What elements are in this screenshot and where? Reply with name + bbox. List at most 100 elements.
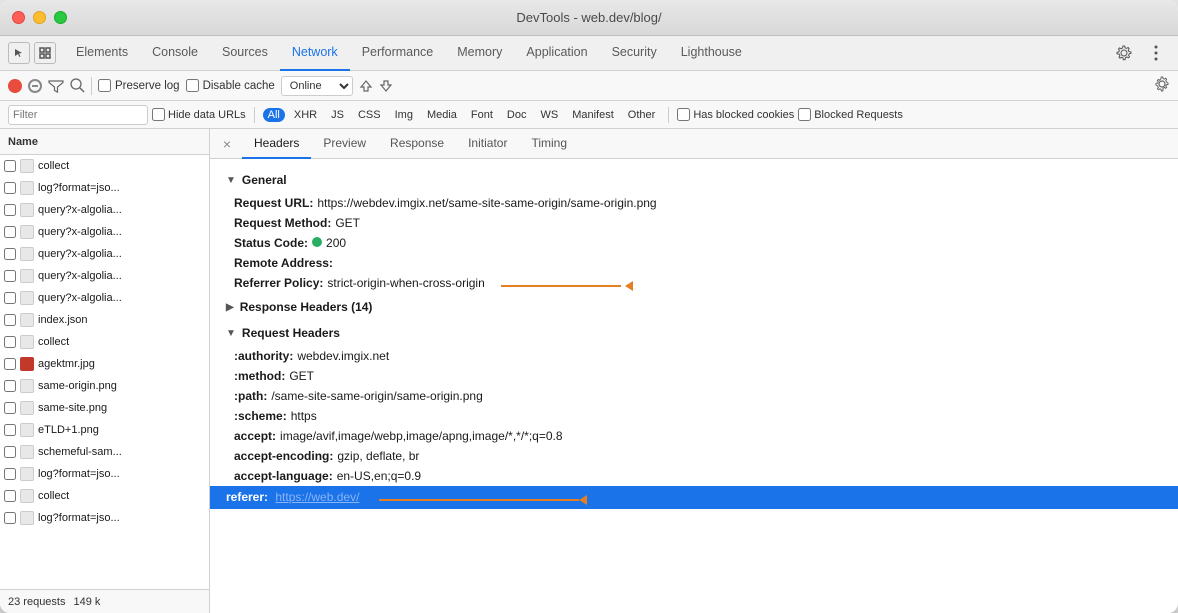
tab-sources[interactable]: Sources bbox=[210, 36, 280, 71]
search-icon[interactable] bbox=[70, 78, 85, 93]
has-blocked-cookies-checkbox[interactable]: Has blocked cookies bbox=[677, 108, 794, 121]
file-checkbox[interactable] bbox=[4, 160, 16, 172]
tab-console[interactable]: Console bbox=[140, 36, 210, 71]
response-headers-section-header[interactable]: ▶ Response Headers (14) bbox=[226, 294, 1162, 320]
triangle-down-icon: ▼ bbox=[226, 175, 236, 186]
tab-elements[interactable]: Elements bbox=[64, 36, 140, 71]
file-checkbox[interactable] bbox=[4, 336, 16, 348]
list-item[interactable]: same-origin.png bbox=[0, 375, 209, 397]
blocked-requests-checkbox[interactable]: Blocked Requests bbox=[798, 108, 903, 121]
referrer-policy-row: Referrer Policy: strict-origin-when-cros… bbox=[234, 273, 1162, 294]
path-row: :path: /same-site-same-origin/same-origi… bbox=[234, 386, 1162, 406]
record-button[interactable] bbox=[8, 79, 22, 93]
more-icon[interactable] bbox=[1142, 39, 1170, 67]
status-bar: 23 requests 149 k bbox=[0, 589, 209, 613]
list-item[interactable]: query?x-algolia... bbox=[0, 287, 209, 309]
list-item[interactable]: index.json bbox=[0, 309, 209, 331]
file-checkbox[interactable] bbox=[4, 490, 16, 502]
close-detail-button[interactable]: × bbox=[218, 135, 236, 153]
layers-icon[interactable] bbox=[34, 42, 56, 64]
traffic-lights bbox=[12, 11, 67, 24]
list-item[interactable]: query?x-algolia... bbox=[0, 265, 209, 287]
tab-performance[interactable]: Performance bbox=[350, 36, 446, 71]
transfer-size: 149 k bbox=[73, 596, 100, 608]
file-checkbox[interactable] bbox=[4, 204, 16, 216]
tab-response[interactable]: Response bbox=[378, 129, 456, 159]
filter-type-xhr[interactable]: XHR bbox=[289, 108, 322, 122]
file-checkbox[interactable] bbox=[4, 226, 16, 238]
list-item[interactable]: log?format=jso... bbox=[0, 463, 209, 485]
cursor-icon[interactable] bbox=[8, 42, 30, 64]
file-checkbox[interactable] bbox=[4, 314, 16, 326]
general-section-header[interactable]: ▼ General bbox=[226, 167, 1162, 193]
sub-tab-bar: × Headers Preview Response Initiator Tim… bbox=[210, 129, 1178, 159]
filter-type-font[interactable]: Font bbox=[466, 108, 498, 122]
close-button[interactable] bbox=[12, 11, 25, 24]
list-item[interactable]: log?format=jso... bbox=[0, 507, 209, 529]
request-headers-title: Request Headers bbox=[242, 326, 340, 340]
filter-separator-2 bbox=[668, 107, 669, 123]
filter-type-js[interactable]: JS bbox=[326, 108, 349, 122]
list-item[interactable]: query?x-algolia... bbox=[0, 221, 209, 243]
filter-type-ws[interactable]: WS bbox=[535, 108, 563, 122]
tab-headers[interactable]: Headers bbox=[242, 129, 311, 159]
list-item[interactable]: agektmr.jpg bbox=[0, 353, 209, 375]
upload-icon[interactable] bbox=[359, 79, 373, 93]
list-item[interactable]: eTLD+1.png bbox=[0, 419, 209, 441]
filter-input[interactable] bbox=[13, 109, 143, 121]
tab-lighthouse[interactable]: Lighthouse bbox=[669, 36, 754, 71]
file-checkbox[interactable] bbox=[4, 358, 16, 370]
referer-row-highlighted[interactable]: referer: https://web.dev/ bbox=[210, 486, 1178, 509]
filter-type-media[interactable]: Media bbox=[422, 108, 462, 122]
file-icon bbox=[20, 225, 34, 239]
file-checkbox[interactable] bbox=[4, 512, 16, 524]
file-checkbox[interactable] bbox=[4, 270, 16, 282]
download-icon[interactable] bbox=[379, 79, 393, 93]
file-checkbox[interactable] bbox=[4, 182, 16, 194]
tab-application[interactable]: Application bbox=[514, 36, 599, 71]
filter-type-all[interactable]: All bbox=[263, 108, 285, 122]
settings-gear-icon[interactable] bbox=[1154, 76, 1170, 92]
arrow-head-icon-2 bbox=[579, 495, 587, 505]
list-item[interactable]: collect bbox=[0, 485, 209, 507]
accept-row: accept: image/avif,image/webp,image/apng… bbox=[234, 426, 1162, 446]
minimize-button[interactable] bbox=[33, 11, 46, 24]
filter-type-doc[interactable]: Doc bbox=[502, 108, 532, 122]
settings-icon[interactable] bbox=[1110, 39, 1138, 67]
filter-type-img[interactable]: Img bbox=[390, 108, 418, 122]
list-item[interactable]: collect bbox=[0, 331, 209, 353]
tab-memory[interactable]: Memory bbox=[445, 36, 514, 71]
list-item[interactable]: log?format=jso... bbox=[0, 177, 209, 199]
file-checkbox[interactable] bbox=[4, 446, 16, 458]
preserve-log-checkbox[interactable]: Preserve log bbox=[98, 79, 180, 92]
file-icon bbox=[20, 445, 34, 459]
list-item[interactable]: same-site.png bbox=[0, 397, 209, 419]
hide-data-urls-checkbox[interactable]: Hide data URLs bbox=[152, 108, 246, 121]
throttle-select[interactable]: Online Fast 3G Slow 3G Offline bbox=[281, 76, 353, 96]
scheme-row: :scheme: https bbox=[234, 406, 1162, 426]
tab-network[interactable]: Network bbox=[280, 36, 350, 71]
request-headers-section-header[interactable]: ▼ Request Headers bbox=[226, 320, 1162, 346]
disable-cache-checkbox[interactable]: Disable cache bbox=[186, 79, 275, 92]
file-checkbox[interactable] bbox=[4, 248, 16, 260]
list-item[interactable]: schemeful-sam... bbox=[0, 441, 209, 463]
tab-preview[interactable]: Preview bbox=[311, 129, 378, 159]
file-checkbox[interactable] bbox=[4, 292, 16, 304]
filter-type-css[interactable]: CSS bbox=[353, 108, 386, 122]
tab-timing[interactable]: Timing bbox=[519, 129, 579, 159]
filter-icon[interactable] bbox=[48, 78, 64, 94]
filter-type-manifest[interactable]: Manifest bbox=[567, 108, 619, 122]
file-checkbox[interactable] bbox=[4, 402, 16, 414]
maximize-button[interactable] bbox=[54, 11, 67, 24]
file-checkbox[interactable] bbox=[4, 468, 16, 480]
list-item[interactable]: collect bbox=[0, 155, 209, 177]
list-item[interactable]: query?x-algolia... bbox=[0, 199, 209, 221]
list-item[interactable]: query?x-algolia... bbox=[0, 243, 209, 265]
filter-type-other[interactable]: Other bbox=[623, 108, 661, 122]
tab-security[interactable]: Security bbox=[600, 36, 669, 71]
triangle-down-icon-2: ▼ bbox=[226, 328, 236, 339]
tab-initiator[interactable]: Initiator bbox=[456, 129, 519, 159]
file-checkbox[interactable] bbox=[4, 380, 16, 392]
file-checkbox[interactable] bbox=[4, 424, 16, 436]
stop-button[interactable] bbox=[28, 79, 42, 93]
